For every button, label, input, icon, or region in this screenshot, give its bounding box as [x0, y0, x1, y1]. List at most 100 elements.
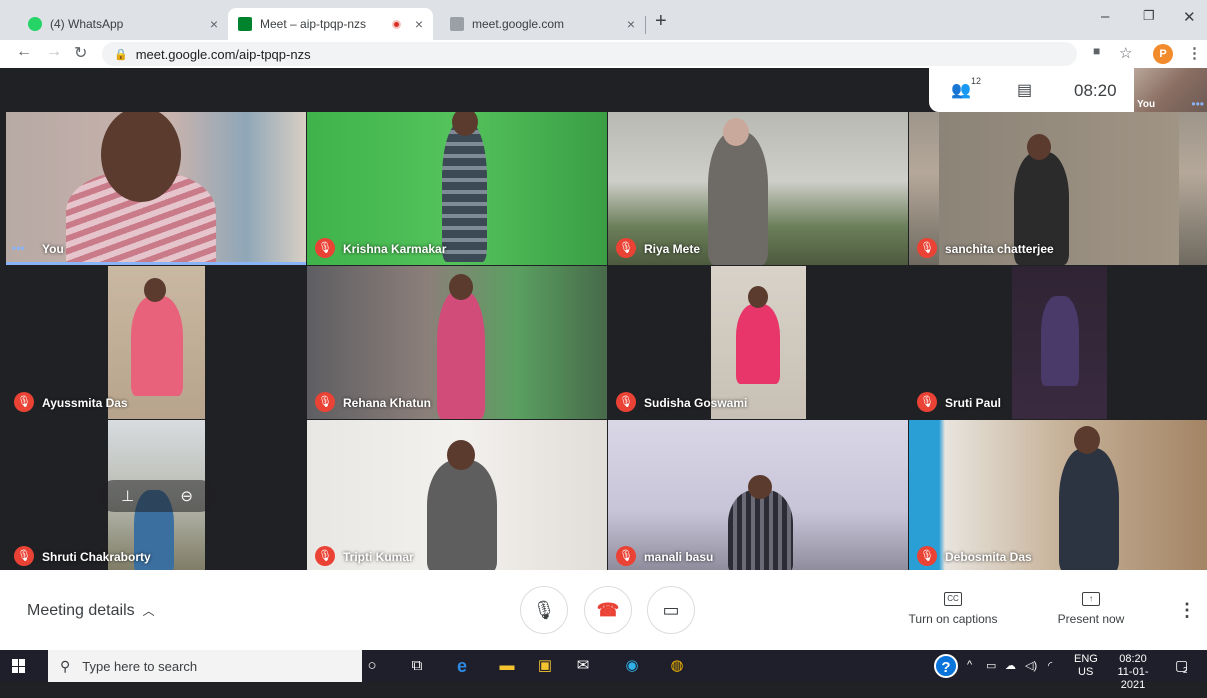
participant-name: manali basu [644, 550, 714, 564]
participants-icon[interactable]: 👥 [951, 80, 971, 100]
participant-tile[interactable]: 🎙 Krishna Karmakar [307, 112, 607, 265]
new-tab-icon[interactable]: + [655, 10, 667, 33]
participant-video [736, 304, 780, 384]
chevron-up-icon: ︿ [142, 604, 155, 618]
address-bar[interactable]: 🔒 meet.google.com/aip-tpqp-nzs [102, 42, 1077, 66]
taskbar-search-box[interactable]: ⚲ Type here to search [48, 650, 362, 682]
volume-icon[interactable]: ◁) [1025, 659, 1037, 691]
camera-in-use-icon[interactable]: ■ [1093, 44, 1100, 58]
participant-video [144, 278, 166, 302]
participant-video [728, 490, 793, 573]
network-icon[interactable]: ☁ [1005, 659, 1016, 691]
participant-tile[interactable]: ⊥ ⊖ 🎙 Shruti Chakraborty [6, 420, 306, 573]
participant-name: sanchita chatterjee [945, 242, 1054, 256]
language-indicator[interactable]: ENG US [1074, 653, 1098, 685]
self-view-thumbnail[interactable]: You ••• [1134, 68, 1207, 112]
camera-button[interactable]: ▭ [647, 586, 695, 634]
remove-icon[interactable]: ⊖ [180, 487, 193, 505]
mic-muted-icon: 🎙 [616, 238, 636, 258]
meet-control-bar: Meeting details ︿ 🎙 ☎ ▭ CC Turn on captio… [0, 570, 1207, 650]
mic-muted-icon: 🎙 [917, 238, 937, 258]
tray-chevron-icon[interactable]: ^ [967, 659, 972, 691]
browser-tab-strip: (4) WhatsApp × Meet – aip-tpqp-nzs × mee… [0, 0, 1207, 40]
bookmark-star-icon[interactable]: ☆ [1119, 44, 1132, 62]
recording-icon [391, 19, 401, 29]
pin-icon[interactable]: ⊥ [121, 487, 134, 505]
tab-meet[interactable]: Meet – aip-tpqp-nzs × [228, 8, 433, 40]
participant-tile[interactable]: 🎙 Sudisha Goswami [608, 266, 908, 419]
file-explorer-icon[interactable]: ▬ [497, 656, 517, 676]
close-window-icon[interactable]: ✕ [1183, 8, 1196, 26]
participant-video [723, 118, 749, 146]
mic-muted-icon: 🎙 [315, 238, 335, 258]
participant-tile[interactable]: 🎙 Ayussmita Das [6, 266, 306, 419]
participant-video [1027, 134, 1051, 160]
lock-icon: 🔒 [114, 48, 128, 61]
close-icon[interactable]: × [210, 16, 218, 32]
wifi-icon[interactable]: ◜ [1048, 659, 1052, 691]
participant-tile[interactable]: 🎙 Tripti Kumar [307, 420, 607, 573]
chat-icon[interactable]: ▤ [1017, 80, 1032, 100]
close-icon[interactable]: × [415, 16, 423, 32]
back-icon[interactable]: ← [16, 43, 32, 61]
cortana-icon[interactable]: ○ [362, 656, 382, 676]
more-options-icon[interactable]: ••• [12, 241, 25, 255]
tab-meet-home[interactable]: meet.google.com × [440, 8, 645, 40]
browser-toolbar: ← → ↻ 🔒 meet.google.com/aip-tpqp-nzs ■ ☆… [0, 40, 1207, 68]
restore-icon[interactable]: ❐ [1143, 8, 1155, 24]
tab-whatsapp[interactable]: (4) WhatsApp × [18, 8, 228, 40]
mic-muted-icon: 🎙 [616, 392, 636, 412]
mic-muted-icon: 🎙 [315, 392, 335, 412]
captions-icon: CC [944, 592, 962, 606]
browser-menu-icon[interactable]: ⋮ [1187, 44, 1202, 62]
participant-video [1059, 448, 1119, 573]
participant-video [1074, 426, 1100, 454]
chrome-icon[interactable]: ◍ [667, 656, 687, 676]
participant-name: Riya Mete [644, 242, 701, 256]
participant-name: Tripti Kumar [343, 550, 414, 564]
participant-name: Sudisha Goswami [644, 396, 748, 410]
more-options-icon[interactable]: ••• [1191, 97, 1204, 111]
edge-legacy-icon[interactable]: e [452, 656, 472, 676]
microphone-button[interactable]: 🎙 [520, 586, 568, 634]
leave-call-button[interactable]: ☎ [584, 586, 632, 634]
mic-muted-icon: 🎙 [917, 392, 937, 412]
hang-up-icon: ☎ [596, 599, 620, 620]
mail-icon[interactable]: ✉ [573, 656, 593, 676]
help-icon[interactable]: ? [934, 654, 958, 678]
meet-call-area: 👥 12 ▤ 08:20 You ••• ••• You 🎙 Krishna K… [0, 68, 1207, 650]
taskbar-clock[interactable]: 08:20 11-01-2021 [1106, 653, 1160, 691]
present-now-button[interactable]: ↑ Present now [1050, 590, 1132, 626]
more-options-icon[interactable]: ⋮ [1178, 600, 1196, 621]
meeting-clock: 08:20 [1074, 81, 1117, 100]
participant-tile[interactable]: 🎙 Debosmita Das [909, 420, 1207, 573]
mic-muted-icon: 🎙 [315, 546, 335, 566]
participant-name: Shruti Chakraborty [42, 550, 151, 564]
edge-icon[interactable]: ◉ [622, 656, 642, 676]
tab-divider [645, 16, 646, 34]
participant-tile[interactable]: 🎙 Sruti Paul [909, 266, 1207, 419]
forward-icon[interactable]: → [46, 43, 62, 61]
participant-tile[interactable]: 🎙 manali basu [608, 420, 908, 573]
meet-icon [238, 17, 252, 31]
battery-icon[interactable]: ▭ [986, 659, 996, 691]
participant-tile[interactable]: 🎙 Riya Mete [608, 112, 908, 265]
participant-tile[interactable]: 🎙 sanchita chatterjee [909, 112, 1207, 265]
reload-icon[interactable]: ↻ [74, 43, 87, 63]
participant-video [1041, 296, 1079, 386]
captions-button[interactable]: CC Turn on captions [903, 590, 1003, 626]
participant-tile-you[interactable]: ••• You [6, 112, 306, 265]
meeting-details-button[interactable]: Meeting details ︿ [27, 602, 155, 620]
participant-tile[interactable]: 🎙 Rehana Khatun [307, 266, 607, 419]
close-icon[interactable]: × [627, 16, 635, 32]
profile-avatar[interactable]: P [1153, 44, 1173, 64]
participant-video [748, 286, 768, 308]
participant-name: You [42, 242, 64, 256]
store-icon[interactable]: ▣ [535, 656, 555, 676]
task-view-icon[interactable]: ⧉ [407, 656, 427, 676]
windows-start-icon[interactable] [12, 659, 26, 673]
minimize-icon[interactable]: – [1101, 8, 1109, 25]
mic-muted-icon: 🎙 [616, 546, 636, 566]
participant-video [708, 132, 768, 265]
participant-name: Sruti Paul [945, 396, 1002, 410]
